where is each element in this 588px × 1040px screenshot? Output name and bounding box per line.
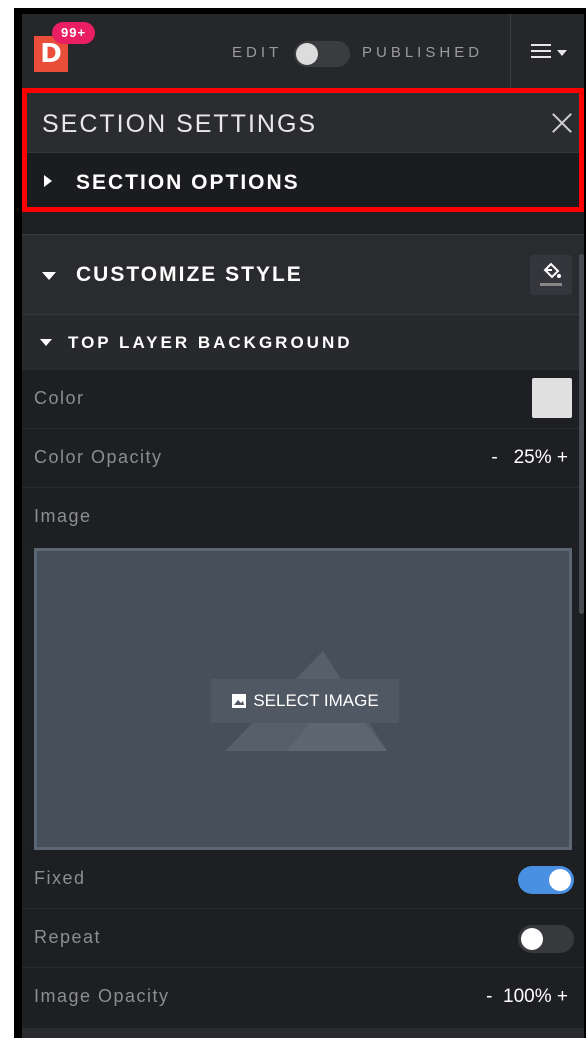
fixed-label: Fixed	[34, 868, 86, 888]
top-layer-background-toggle[interactable]: TOP LAYER BACKGROUND	[22, 314, 584, 371]
caret-down-icon	[42, 272, 56, 280]
repeat-row: Repeat	[22, 909, 584, 968]
top-layer-background-label: TOP LAYER BACKGROUND	[68, 333, 353, 352]
caret-down-icon	[557, 50, 567, 56]
toggle-knob	[549, 869, 571, 891]
fixed-row: Fixed	[22, 850, 584, 909]
paint-bucket-icon	[540, 262, 562, 286]
color-opacity-row: Color Opacity - 25% +	[22, 429, 584, 488]
color-opacity-stepper[interactable]: - 25% +	[491, 447, 568, 469]
edit-label: EDIT	[232, 44, 283, 61]
published-label: PUBLISHED	[362, 44, 484, 61]
caret-right-icon	[44, 175, 52, 187]
image-opacity-row: Image Opacity - 100% +	[22, 968, 584, 1028]
notification-badge[interactable]: 99+	[52, 22, 96, 44]
scrollbar[interactable]	[579, 254, 584, 614]
customize-style-toggle[interactable]: CUSTOMIZE STYLE	[22, 234, 584, 315]
select-image-label: SELECT IMAGE	[253, 691, 379, 710]
image-row: Image	[22, 488, 584, 548]
hamburger-menu-button[interactable]	[510, 14, 584, 92]
edit-publish-toggle[interactable]	[294, 41, 350, 67]
image-icon	[232, 694, 247, 708]
select-image-button[interactable]: SELECT IMAGE	[211, 679, 399, 723]
fixed-toggle[interactable]	[518, 866, 574, 894]
paint-bucket-button[interactable]	[530, 255, 572, 295]
image-label: Image	[34, 506, 92, 526]
color-label: Color	[34, 388, 85, 408]
section-options-label: SECTION OPTIONS	[76, 171, 300, 194]
panel-footer	[22, 1028, 584, 1038]
color-swatch[interactable]	[532, 378, 572, 418]
image-opacity-label: Image Opacity	[34, 986, 170, 1006]
caret-down-icon	[40, 339, 52, 346]
top-bar: D 99+ EDIT PUBLISHED	[22, 14, 584, 93]
toggle-knob	[296, 43, 318, 65]
repeat-toggle[interactable]	[518, 925, 574, 953]
customize-style-label: CUSTOMIZE STYLE	[76, 263, 303, 286]
image-dropzone[interactable]: SELECT IMAGE	[34, 548, 572, 850]
section-options-toggle[interactable]: SECTION OPTIONS	[22, 152, 584, 211]
settings-panel: D 99+ EDIT PUBLISHED SECTION SETTINGS SE…	[22, 14, 584, 1038]
color-row: Color	[22, 370, 584, 429]
image-opacity-stepper[interactable]: - 100% +	[486, 986, 568, 1008]
app-frame: D 99+ EDIT PUBLISHED SECTION SETTINGS SE…	[14, 8, 586, 1038]
hamburger-icon	[531, 44, 551, 62]
section-settings-title: SECTION SETTINGS	[42, 110, 318, 138]
color-opacity-label: Color Opacity	[34, 447, 163, 467]
section-settings-header: SECTION SETTINGS	[22, 92, 584, 152]
repeat-label: Repeat	[34, 927, 102, 947]
toggle-knob	[521, 928, 543, 950]
close-icon[interactable]	[550, 110, 574, 134]
